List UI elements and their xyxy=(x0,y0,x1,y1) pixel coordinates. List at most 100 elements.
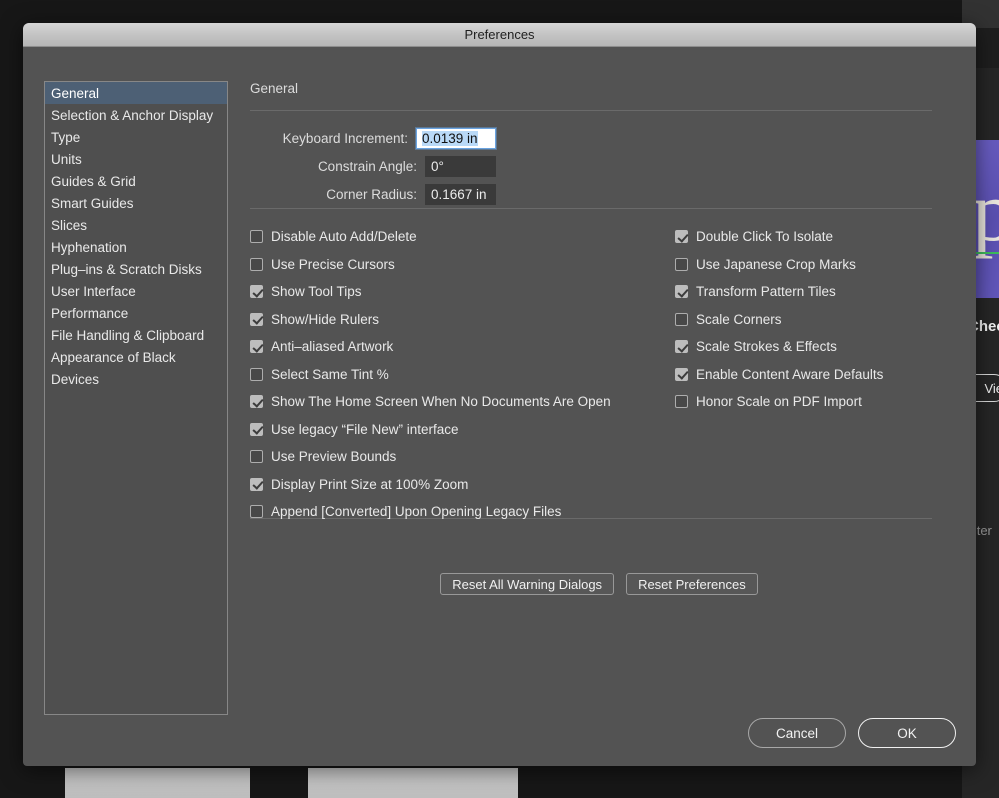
checkbox-select-same-tint[interactable]: Select Same Tint % xyxy=(250,361,611,389)
checkbox-anti-aliased-artwork[interactable]: Anti–aliased Artwork xyxy=(250,333,611,361)
sidebar-item-slices[interactable]: Slices xyxy=(45,214,227,236)
document-glyph: p xyxy=(972,163,999,259)
dialog-title: Preferences xyxy=(464,27,535,42)
reset-all-warning-dialogs-button[interactable]: Reset All Warning Dialogs xyxy=(440,573,615,595)
ok-button[interactable]: OK xyxy=(858,718,956,748)
checkbox-area: Disable Auto Add/Delete Use Precise Curso… xyxy=(249,223,949,519)
checkbox-unchecked-icon[interactable] xyxy=(675,395,688,409)
dialog-titlebar: Preferences xyxy=(23,23,976,47)
checkbox-column-left: Disable Auto Add/Delete Use Precise Curso… xyxy=(250,223,611,526)
reset-preferences-button[interactable]: Reset Preferences xyxy=(626,573,758,595)
checkbox-unchecked-icon[interactable] xyxy=(250,230,263,244)
checkbox-unchecked-icon[interactable] xyxy=(250,505,263,519)
field-row-corner-radius: Corner Radius: 0.1667 in xyxy=(249,180,496,208)
checkbox-enable-content-aware-defaults[interactable]: Enable Content Aware Defaults xyxy=(675,361,883,389)
sidebar-item-appearance-of-black[interactable]: Appearance of Black xyxy=(45,346,227,368)
sidebar-item-label: Devices xyxy=(51,371,100,387)
sidebar-item-label: User Interface xyxy=(51,283,136,299)
sidebar-item-hyphenation[interactable]: Hyphenation xyxy=(45,236,227,258)
field-value: 0° xyxy=(431,158,444,174)
sidebar-item-units[interactable]: Units xyxy=(45,148,227,170)
sidebar-item-performance[interactable]: Performance xyxy=(45,302,227,324)
checkbox-append-converted-upon-opening-legacy-files[interactable]: Append [Converted] Upon Opening Legacy F… xyxy=(250,498,611,526)
checkbox-checked-icon[interactable] xyxy=(675,340,688,354)
dialog-body: General Selection & Anchor Display Type Uni… xyxy=(23,47,976,766)
sidebar-item-label: Guides & Grid xyxy=(51,173,136,189)
checkbox-checked-icon[interactable] xyxy=(250,312,263,326)
sidebar-item-devices[interactable]: Devices xyxy=(45,368,227,390)
checkbox-unchecked-icon[interactable] xyxy=(250,450,263,464)
sidebar-item-selection-anchor-display[interactable]: Selection & Anchor Display xyxy=(45,104,227,126)
constrain-angle-input[interactable]: 0° xyxy=(425,155,496,177)
sidebar-item-label: File Handling & Clipboard xyxy=(51,327,205,343)
checkbox-checked-icon[interactable] xyxy=(250,422,263,436)
checkbox-checked-icon[interactable] xyxy=(675,367,688,381)
checkbox-unchecked-icon[interactable] xyxy=(675,257,688,271)
sidebar-item-label: Type xyxy=(51,129,81,145)
field-rows: Keyboard Increment: 0.0139 in Constrain An… xyxy=(249,124,949,208)
checkbox-use-japanese-crop-marks[interactable]: Use Japanese Crop Marks xyxy=(675,251,883,279)
checkbox-show-the-home-screen-when-no-documents-are[interactable]: Show The Home Screen When No Documents A… xyxy=(250,388,611,416)
checkbox-scale-corners[interactable]: Scale Corners xyxy=(675,306,883,334)
checkbox-checked-icon[interactable] xyxy=(675,285,688,299)
keyboard-increment-input[interactable]: 0.0139 in xyxy=(416,127,496,149)
checkbox-label: Scale Strokes & Effects xyxy=(696,339,837,355)
field-row-constrain-angle: Constrain Angle: 0° xyxy=(249,152,496,180)
cancel-button[interactable]: Cancel xyxy=(748,718,846,748)
checkbox-label: Disable Auto Add/Delete xyxy=(271,229,417,245)
sidebar-item-general[interactable]: General xyxy=(45,82,227,104)
sidebar-item-label: Hyphenation xyxy=(51,239,127,255)
checkbox-checked-icon[interactable] xyxy=(250,395,263,409)
checkbox-honor-scale-on-pdf-import[interactable]: Honor Scale on PDF Import xyxy=(675,388,883,416)
checkbox-unchecked-icon[interactable] xyxy=(250,257,263,271)
checkbox-display-print-size-at-100-zoom[interactable]: Display Print Size at 100% Zoom xyxy=(250,471,611,499)
sidebar-item-type[interactable]: Type xyxy=(45,126,227,148)
field-value: 0.0139 in xyxy=(422,130,478,146)
sidebar-item-label: General xyxy=(51,85,100,101)
background-thumbnail-1[interactable] xyxy=(65,768,250,798)
background-thumbnail-2[interactable] xyxy=(308,768,518,798)
sidebar-item-label: Selection & Anchor Display xyxy=(51,107,214,123)
category-list[interactable]: General Selection & Anchor Display Type Uni… xyxy=(44,81,228,715)
checkbox-checked-icon[interactable] xyxy=(675,230,688,244)
sidebar-item-plug-ins-scratch-disks[interactable]: Plug–ins & Scratch Disks xyxy=(45,258,227,280)
corner-radius-input[interactable]: 0.1667 in xyxy=(425,183,496,205)
checkbox-label: Double Click To Isolate xyxy=(696,229,834,245)
sidebar-item-label: Units xyxy=(51,151,82,167)
checkbox-label: Scale Corners xyxy=(696,311,782,327)
checkbox-scale-strokes-effects[interactable]: Scale Strokes & Effects xyxy=(675,333,883,361)
checkbox-use-legacy-file-new-interface[interactable]: Use legacy “File New” interface xyxy=(250,416,611,444)
checkbox-transform-pattern-tiles[interactable]: Transform Pattern Tiles xyxy=(675,278,883,306)
checkbox-disable-auto-add-delete[interactable]: Disable Auto Add/Delete xyxy=(250,223,611,251)
sidebar-item-guides-grid[interactable]: Guides & Grid xyxy=(45,170,227,192)
checkbox-unchecked-icon[interactable] xyxy=(250,367,263,381)
checkbox-label: Use Preview Bounds xyxy=(271,449,397,465)
checkbox-checked-icon[interactable] xyxy=(250,285,263,299)
sidebar-item-file-handling-clipboard[interactable]: File Handling & Clipboard xyxy=(45,324,227,346)
checkbox-label: Transform Pattern Tiles xyxy=(696,284,836,300)
checkbox-label: Display Print Size at 100% Zoom xyxy=(271,476,469,492)
sidebar-item-user-interface[interactable]: User Interface xyxy=(45,280,227,302)
checkbox-label: Show The Home Screen When No Documents A… xyxy=(271,394,611,410)
checkbox-label: Select Same Tint % xyxy=(271,366,389,382)
checkbox-show-hide-rulers[interactable]: Show/Hide Rulers xyxy=(250,306,611,334)
checkbox-double-click-to-isolate[interactable]: Double Click To Isolate xyxy=(675,223,883,251)
checkbox-unchecked-icon[interactable] xyxy=(675,312,688,326)
checkbox-checked-icon[interactable] xyxy=(250,340,263,354)
field-label: Corner Radius: xyxy=(326,186,417,202)
checkbox-show-tool-tips[interactable]: Show Tool Tips xyxy=(250,278,611,306)
checkbox-use-preview-bounds[interactable]: Use Preview Bounds xyxy=(250,443,611,471)
checkbox-use-precise-cursors[interactable]: Use Precise Cursors xyxy=(250,251,611,279)
sidebar-item-smart-guides[interactable]: Smart Guides xyxy=(45,192,227,214)
sidebar-item-label: Appearance of Black xyxy=(51,349,176,365)
checkbox-checked-icon[interactable] xyxy=(250,477,263,491)
checkbox-label: Show Tool Tips xyxy=(271,284,362,300)
sidebar-item-label: Smart Guides xyxy=(51,195,134,211)
sidebar-item-label: Performance xyxy=(51,305,129,321)
preferences-dialog: Preferences General Selection & Anchor Di… xyxy=(23,23,976,766)
checkbox-label: Use Japanese Crop Marks xyxy=(696,256,856,272)
dialog-footer: Cancel OK xyxy=(748,718,956,748)
divider-middle xyxy=(250,208,932,209)
checkbox-label: Use Precise Cursors xyxy=(271,256,395,272)
checkbox-label: Honor Scale on PDF Import xyxy=(696,394,862,410)
